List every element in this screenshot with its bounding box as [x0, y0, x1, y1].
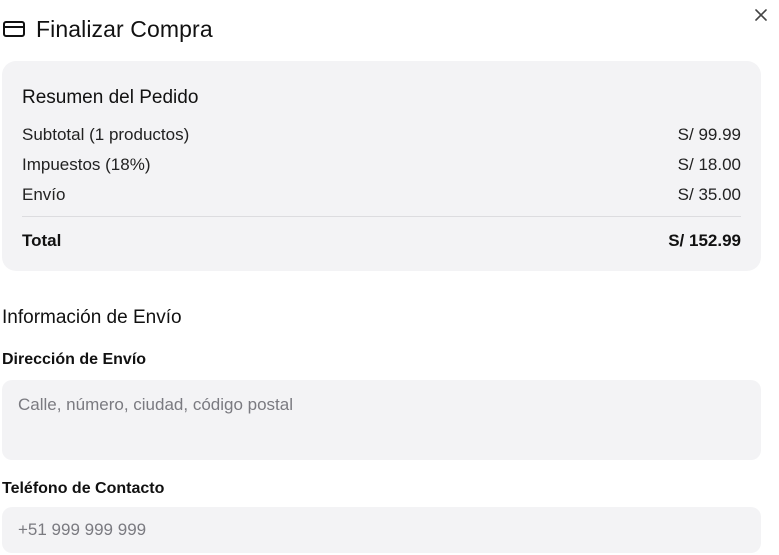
- summary-divider: [22, 216, 741, 217]
- checkout-dialog: Finalizar Compra Resumen del Pedido Subt…: [0, 0, 779, 555]
- credit-card-icon: [2, 17, 26, 41]
- close-button[interactable]: [751, 7, 771, 27]
- dialog-title: Finalizar Compra: [36, 15, 213, 42]
- phone-label: Teléfono de Contacto: [2, 480, 165, 497]
- summary-row-label: Envío: [22, 185, 66, 204]
- summary-row-value: S/ 99.99: [677, 125, 741, 144]
- total-value: S/ 152.99: [668, 231, 741, 250]
- dialog-header: Finalizar Compra: [2, 14, 213, 44]
- phone-input[interactable]: [2, 507, 761, 553]
- address-textarea[interactable]: [2, 380, 761, 460]
- order-summary-title: Resumen del Pedido: [22, 87, 199, 108]
- summary-row-value: S/ 18.00: [677, 155, 741, 174]
- summary-row-label: Subtotal (1 productos): [22, 125, 190, 144]
- summary-row-shipping: Envío S/ 35.00: [22, 184, 741, 206]
- total-label: Total: [22, 231, 62, 250]
- order-summary: Resumen del Pedido Subtotal (1 productos…: [2, 61, 761, 271]
- shipping-section-title: Información de Envío: [2, 307, 182, 328]
- summary-row-taxes: Impuestos (18%) S/ 18.00: [22, 154, 741, 176]
- close-icon: [754, 8, 768, 27]
- summary-row-total: Total S/ 152.99: [22, 230, 741, 252]
- summary-row-subtotal: Subtotal (1 productos) S/ 99.99: [22, 124, 741, 146]
- summary-row-label: Impuestos (18%): [22, 155, 151, 174]
- summary-row-value: S/ 35.00: [677, 185, 741, 204]
- address-label: Dirección de Envío: [2, 351, 147, 368]
